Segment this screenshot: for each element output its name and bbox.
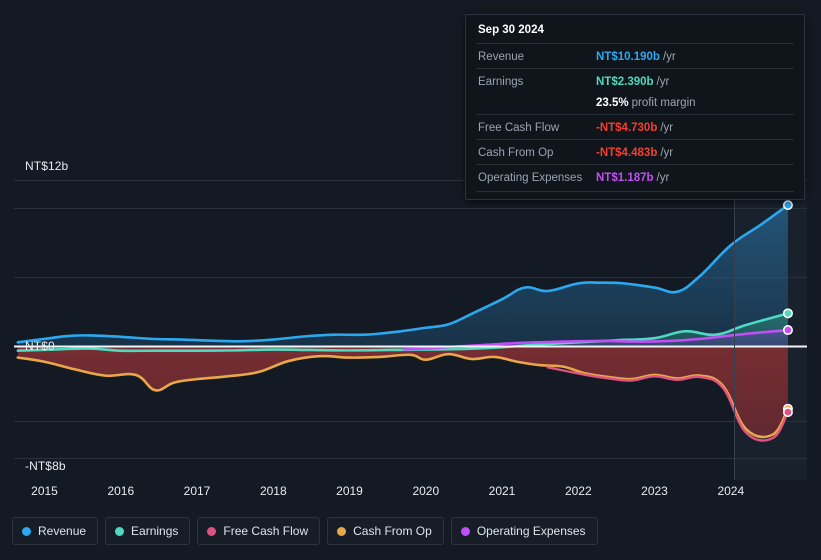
tooltip-rows: Revenue NT$10.190b/yr Earnings NT$2.390b/yr…	[476, 43, 794, 189]
x-axis-tick-2023: 2023	[641, 484, 668, 498]
tooltip-row-value: -NT$4.730b	[596, 122, 658, 134]
tooltip-date: Sep 30 2024	[478, 24, 544, 36]
legend-color-dot-icon	[22, 526, 31, 536]
tooltip-row-label: Cash From Op	[478, 147, 554, 159]
endpoint-marker-operating-expenses	[782, 325, 793, 336]
tooltip-row: Revenue NT$10.190b/yr	[476, 43, 794, 68]
tooltip-row-label: Revenue	[478, 51, 525, 63]
tooltip-row-label: Earnings	[478, 76, 524, 88]
tooltip-row-suffix: /yr	[656, 76, 670, 88]
tooltip-row: Operating Expenses NT$1.187b/yr	[476, 164, 794, 189]
tooltip-row: 23.5% profit margin	[476, 93, 794, 114]
tooltip-row: Free Cash Flow -NT$4.730b/yr	[476, 114, 794, 139]
x-axis-tick-2015: 2015	[31, 484, 58, 498]
tooltip-row-value-wrap: 23.5% profit margin	[596, 93, 696, 111]
tooltip-row: Earnings NT$2.390b/yr	[476, 68, 794, 93]
legend-color-dot-icon	[460, 526, 470, 536]
tooltip-row-label: Free Cash Flow	[478, 122, 560, 134]
x-axis-tick-2022: 2022	[564, 484, 592, 498]
tooltip-row-value: NT$10.190b	[596, 51, 660, 63]
data-tooltip: Sep 30 2024 Revenue NT$10.190b/yr Earnings…	[465, 14, 805, 200]
tooltip-row-suffix: /yr	[660, 122, 674, 134]
financial-chart: NT$12b NT$0 -NT$8b 2015 2016 2017 2018 2019 2…	[0, 0, 821, 560]
tooltip-row-value-wrap: NT$1.187b/yr	[596, 168, 669, 186]
tooltip-row-value-wrap: -NT$4.483b/yr	[596, 143, 673, 161]
legend-item-label: Revenue	[38, 524, 87, 538]
legend-color-dot-icon	[207, 526, 217, 536]
legend-item-cash-from-op[interactable]: Cash From Op	[327, 517, 444, 545]
legend-color-dot-icon	[115, 526, 125, 536]
tooltip-row-value: 23.5%	[596, 97, 629, 109]
legend-item-earnings[interactable]: Earnings	[105, 517, 191, 545]
x-axis-tick-2024: 2024	[717, 484, 745, 498]
endpoint-marker-earnings	[782, 308, 793, 319]
x-axis-tick-2017: 2017	[183, 484, 211, 498]
endpoint-marker-revenue	[782, 200, 793, 211]
legend-item-revenue[interactable]: Revenue	[12, 517, 99, 545]
tooltip-row-value-wrap: -NT$4.730b/yr	[596, 118, 673, 136]
tooltip-row-suffix: profit margin	[631, 97, 696, 109]
x-axis-tick-labels: 2015 2016 2017 2018 2019 2020 2021 2022 2023 2024	[0, 484, 821, 500]
tooltip-bottom-divider	[476, 191, 794, 193]
x-axis-tick-2018: 2018	[259, 484, 287, 498]
tooltip-row-value-wrap: NT$2.390b/yr	[596, 72, 669, 90]
legend-color-dot-icon	[337, 526, 347, 536]
chart-legend: Revenue Earnings Free Cash Flow Cash From O…	[12, 517, 598, 545]
x-axis-tick-2020: 2020	[412, 484, 440, 498]
x-axis-tick-2016: 2016	[107, 484, 135, 498]
legend-item-label: Cash From Op	[353, 524, 432, 538]
tooltip-row-value: NT$2.390b	[596, 76, 654, 88]
tooltip-row-value: -NT$4.483b	[596, 147, 658, 159]
tooltip-row-suffix: /yr	[656, 172, 670, 184]
legend-item-label: Earnings	[131, 524, 179, 538]
tooltip-row-value-wrap: NT$10.190b/yr	[596, 47, 676, 65]
x-axis-tick-2019: 2019	[336, 484, 363, 498]
legend-item-label: Free Cash Flow	[223, 524, 309, 538]
legend-item-operating-expenses[interactable]: Operating Expenses	[450, 517, 598, 545]
tooltip-row: Cash From Op -NT$4.483b/yr	[476, 139, 794, 164]
legend-item-free-cash-flow[interactable]: Free Cash Flow	[197, 517, 321, 545]
x-axis-tick-2021: 2021	[488, 484, 516, 498]
endpoint-marker-free-cash-flow	[782, 407, 793, 418]
legend-item-label: Operating Expenses	[476, 524, 586, 538]
tooltip-row-suffix: /yr	[660, 147, 674, 159]
tooltip-row-suffix: /yr	[662, 51, 676, 63]
tooltip-row-label: Operating Expenses	[478, 172, 583, 184]
tooltip-row-value: NT$1.187b	[596, 172, 654, 184]
